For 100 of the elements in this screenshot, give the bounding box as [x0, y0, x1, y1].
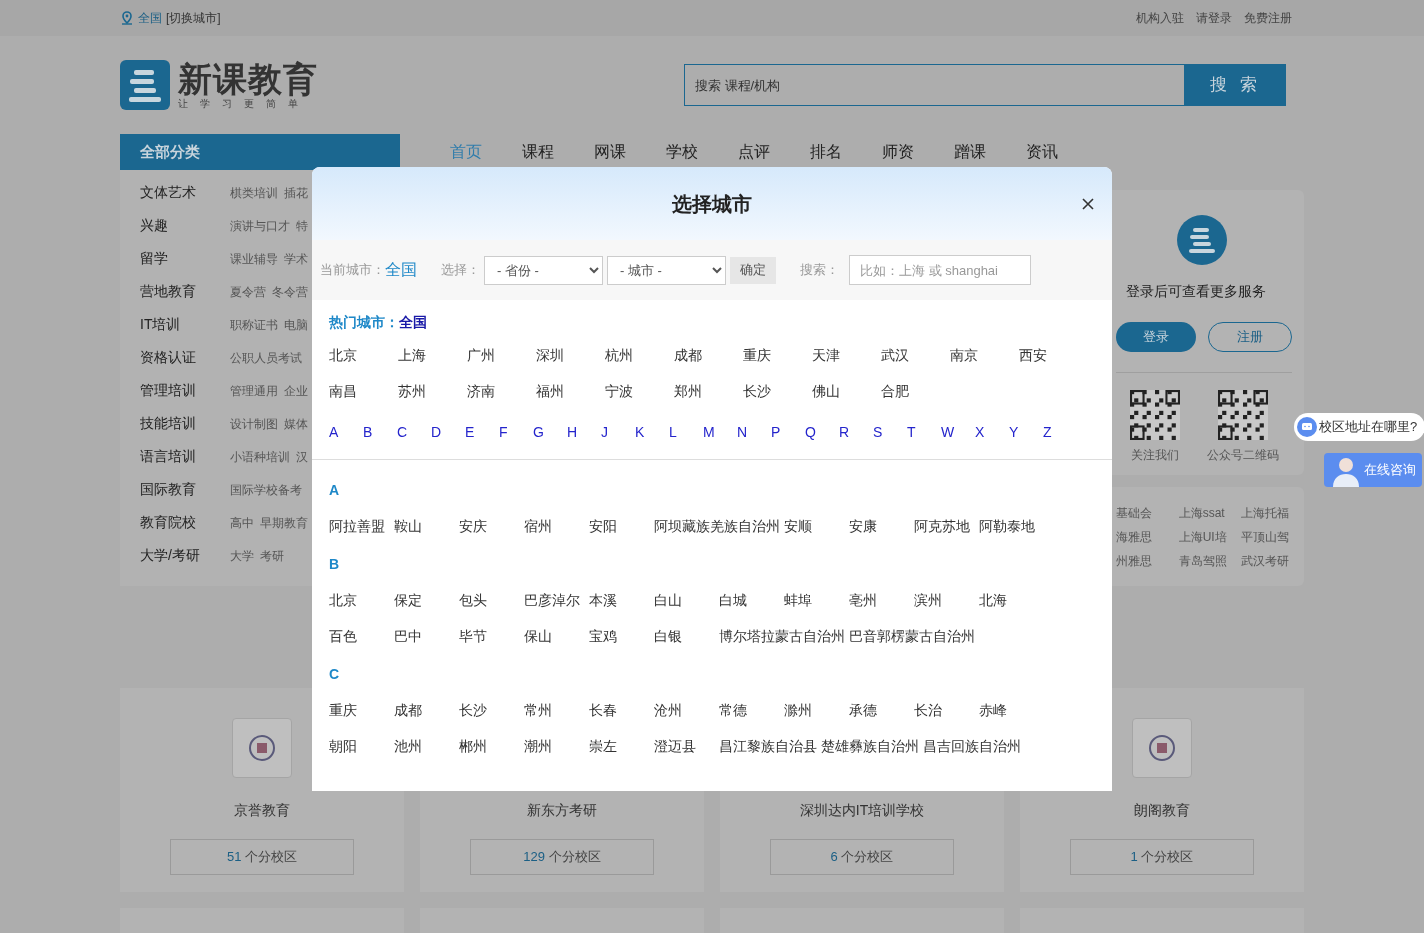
hot-link[interactable]: 基础会 — [1116, 503, 1179, 522]
subcategory-link[interactable]: 大学 — [230, 546, 254, 565]
city-link[interactable]: 济南 — [467, 373, 536, 409]
letter-link[interactable]: K — [635, 421, 669, 443]
city-link[interactable]: 北京 — [329, 582, 394, 618]
city-link[interactable]: 重庆 — [743, 337, 812, 373]
city-link[interactable]: 北京 — [329, 337, 398, 373]
city-link[interactable]: 阿坝藏族羌族自治州 — [654, 508, 784, 544]
question-bubble[interactable]: 校区地址在哪里? — [1294, 413, 1424, 441]
city-link[interactable]: 本溪 — [589, 582, 654, 618]
nav-tab[interactable]: 学校 — [666, 134, 738, 170]
city-link[interactable]: 天津 — [812, 337, 881, 373]
subcategory-link[interactable]: 演讲与口才 — [230, 216, 290, 235]
city-link[interactable]: 巴音郭楞蒙古自治州 — [849, 618, 979, 654]
letter-link[interactable]: B — [363, 421, 397, 443]
category-link[interactable]: 教育院校 — [140, 512, 230, 533]
city-link[interactable]: 长沙 — [743, 373, 812, 409]
category-link[interactable]: 留学 — [140, 248, 230, 269]
letter-link[interactable]: A — [329, 421, 363, 443]
letter-link[interactable]: T — [907, 421, 941, 443]
city-link[interactable]: 安庆 — [459, 508, 524, 544]
city-link[interactable]: 郴州 — [459, 728, 524, 764]
city-link[interactable]: 潮州 — [524, 728, 589, 764]
top-link[interactable]: 免费注册 — [1244, 9, 1292, 27]
search-button[interactable]: 搜 索 — [1185, 64, 1286, 106]
category-link[interactable]: 营地教育 — [140, 281, 230, 302]
letter-link[interactable]: S — [873, 421, 907, 443]
subcategory-link[interactable]: 学术 — [284, 249, 308, 268]
nav-tab[interactable]: 资讯 — [1026, 134, 1098, 170]
category-link[interactable]: 兴趣 — [140, 215, 230, 236]
top-link[interactable]: 请登录 — [1196, 9, 1232, 27]
category-link[interactable]: 大学/考研 — [140, 545, 230, 566]
city-select[interactable]: - 城市 - — [607, 255, 726, 285]
subcategory-link[interactable]: 设计制图 — [230, 414, 278, 433]
city-link[interactable]: 成都 — [394, 692, 459, 728]
nav-tab[interactable]: 课程 — [522, 134, 594, 170]
hot-link[interactable]: 上海UI培 — [1178, 527, 1242, 546]
city-link[interactable]: 南京 — [950, 337, 1019, 373]
city-link[interactable]: 阿拉善盟 — [329, 508, 394, 544]
branch-count-button[interactable]: 51 个分校区 — [170, 839, 354, 875]
city-link[interactable]: 常德 — [719, 692, 784, 728]
hot-link[interactable]: 州雅思 — [1116, 551, 1179, 570]
city-link[interactable]: 蚌埠 — [784, 582, 849, 618]
city-link[interactable]: 佛山 — [812, 373, 881, 409]
letter-link[interactable]: L — [669, 421, 703, 443]
hot-link[interactable]: 武汉考研 — [1241, 551, 1304, 570]
city-link[interactable]: 白城 — [719, 582, 784, 618]
city-link[interactable]: 上海 — [398, 337, 467, 373]
subcategory-link[interactable]: 特 — [296, 216, 308, 235]
city-link[interactable]: 西安 — [1019, 337, 1088, 373]
nav-tab[interactable]: 点评 — [738, 134, 810, 170]
hot-link[interactable]: 平顶山驾 — [1241, 527, 1304, 546]
city-link[interactable]: 毕节 — [459, 618, 524, 654]
city-link[interactable]: 成都 — [674, 337, 743, 373]
letter-link[interactable]: M — [703, 421, 737, 443]
category-link[interactable]: 资格认证 — [140, 347, 230, 368]
letter-link[interactable]: P — [771, 421, 805, 443]
letter-link[interactable]: F — [499, 421, 533, 443]
letter-link[interactable]: Q — [805, 421, 839, 443]
city-search-field[interactable]: 比如：上海 或 shanghai — [849, 255, 1031, 285]
city-link[interactable]: 鞍山 — [394, 508, 459, 544]
city-link[interactable]: 南昌 — [329, 373, 398, 409]
hot-link[interactable]: 海雅思 — [1116, 527, 1179, 546]
city-link[interactable]: 亳州 — [849, 582, 914, 618]
city-link[interactable]: 杭州 — [605, 337, 674, 373]
letter-link[interactable]: X — [975, 421, 1009, 443]
letter-link[interactable]: Z — [1043, 421, 1077, 443]
nav-tab[interactable]: 排名 — [810, 134, 882, 170]
city-link[interactable]: 福州 — [536, 373, 605, 409]
city-link[interactable]: 沧州 — [654, 692, 719, 728]
city-link[interactable]: 深圳 — [536, 337, 605, 373]
subcategory-link[interactable]: 公职人员考试 — [230, 348, 302, 367]
subcategory-link[interactable]: 职称证书 — [230, 315, 278, 334]
category-link[interactable]: 技能培训 — [140, 413, 230, 434]
city-link[interactable]: 安康 — [849, 508, 914, 544]
nav-tab[interactable]: 网课 — [594, 134, 666, 170]
branch-count-button[interactable]: 6 个分校区 — [770, 839, 954, 875]
letter-link[interactable]: H — [567, 421, 601, 443]
letter-link[interactable]: R — [839, 421, 873, 443]
category-link[interactable]: 语言培训 — [140, 446, 230, 467]
city-link[interactable]: 重庆 — [329, 692, 394, 728]
subcategory-link[interactable]: 冬令营 — [272, 282, 308, 301]
top-link[interactable]: 机构入驻 — [1136, 9, 1184, 27]
city-link[interactable]: 长沙 — [459, 692, 524, 728]
city-link[interactable]: 池州 — [394, 728, 459, 764]
city-link[interactable]: 宁波 — [605, 373, 674, 409]
subcategory-link[interactable]: 管理通用 — [230, 381, 278, 400]
city-link[interactable]: 宝鸡 — [589, 618, 654, 654]
city-link[interactable]: 崇左 — [589, 728, 654, 764]
city-link[interactable]: 澄迈县 — [654, 728, 719, 764]
city-link[interactable]: 保定 — [394, 582, 459, 618]
city-link[interactable]: 安阳 — [589, 508, 654, 544]
nav-tab[interactable]: 师资 — [882, 134, 954, 170]
city-link[interactable]: 包头 — [459, 582, 524, 618]
letter-link[interactable]: G — [533, 421, 567, 443]
city-link[interactable]: 巴彦淖尔 — [524, 582, 589, 618]
city-link[interactable]: 巴中 — [394, 618, 459, 654]
subcategory-link[interactable]: 早期教育 — [260, 513, 308, 532]
login-button[interactable]: 登录 — [1116, 322, 1196, 352]
city-link[interactable]: 滨州 — [914, 582, 979, 618]
